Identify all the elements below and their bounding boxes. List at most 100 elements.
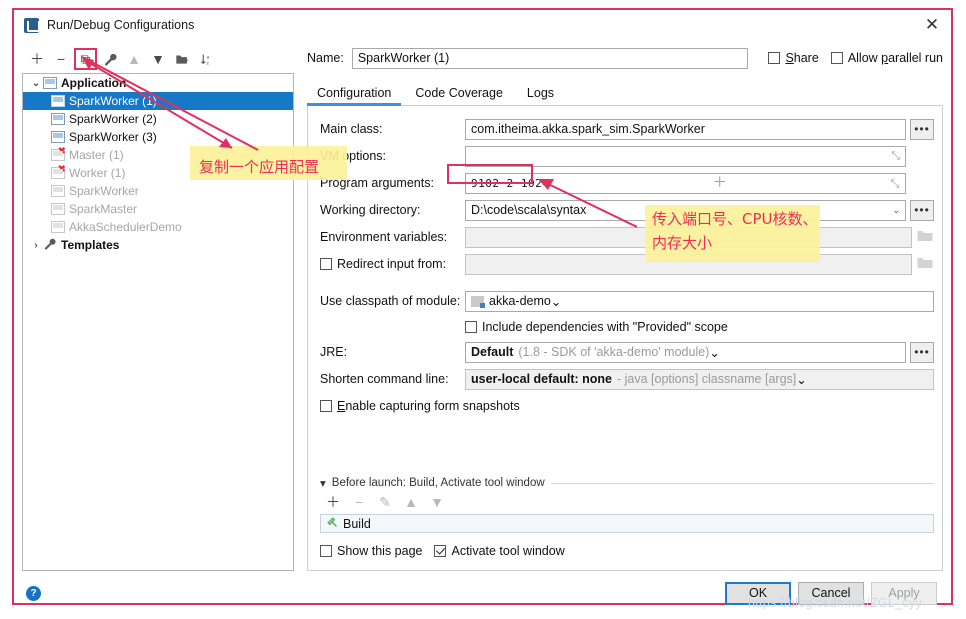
annotation-text-copy: 复制一个应用配置 <box>199 158 320 176</box>
jre-row: JRE: Default (1.8 - SDK of 'akka-demo' m… <box>320 339 934 365</box>
move-down-button[interactable]: ▼ <box>147 49 169 69</box>
chevron-down-icon[interactable]: ⌄ <box>796 372 806 387</box>
annotation-box-program-arguments <box>447 164 533 184</box>
annotation-text-args-line1: 传入端口号、CPU核数、 <box>652 210 818 228</box>
add-task-button[interactable]: ＋ <box>322 492 344 512</box>
tree-item-label: SparkMaster <box>69 202 138 216</box>
redirect-input-checkbox[interactable]: Redirect input from: <box>320 257 465 271</box>
folder-icon[interactable] <box>916 256 934 272</box>
pencil-icon: ✎ <box>379 493 391 510</box>
application-config-icon: ✖ <box>51 165 66 179</box>
tree-item-sparkworker-1[interactable]: SparkWorker (1) <box>23 92 293 110</box>
classpath-module-select[interactable]: akka-demo ⌄ <box>465 290 934 312</box>
tab-logs[interactable]: Logs <box>517 84 564 105</box>
before-launch-task-label: Build <box>343 516 371 531</box>
tree-group-label: Templates <box>61 238 120 252</box>
chevron-down-icon[interactable]: ⌄ <box>886 201 900 220</box>
add-configuration-button[interactable]: ＋ <box>26 49 48 69</box>
share-checkbox[interactable]: Share <box>768 51 819 65</box>
tree-group-templates[interactable]: › Templates <box>23 236 293 254</box>
move-task-down-button[interactable]: ▼ <box>426 492 448 512</box>
expand-icon[interactable]: ⤡ <box>885 147 900 166</box>
run-debug-configurations-dialog: Run/Debug Configurations ✕ ＋ − ⧉ ▲ ▼ a z… <box>14 10 951 605</box>
jre-value: Default <box>471 345 514 359</box>
chevron-down-icon[interactable]: ⌄ <box>709 345 719 360</box>
configurations-pane: ＋ − ⧉ ▲ ▼ a z ⌄ Application SparkWorker … <box>14 40 295 571</box>
tree-item-sparkworker-2[interactable]: SparkWorker (2) <box>23 110 293 128</box>
remove-task-button[interactable]: − <box>348 492 370 512</box>
sort-az-icon: a z <box>200 54 209 66</box>
working-directory-browse-button[interactable]: ••• <box>910 199 934 221</box>
edit-templates-button[interactable] <box>99 49 121 69</box>
help-icon[interactable]: ? <box>26 585 41 601</box>
activate-tool-window-label: Activate tool window <box>451 544 565 558</box>
shorten-command-line-value: user-local default: none <box>471 372 612 386</box>
plus-icon: ＋ <box>30 51 44 67</box>
copy-configuration-button[interactable]: ⧉ <box>74 48 97 70</box>
tree-group-application[interactable]: ⌄ Application <box>23 74 293 92</box>
tab-label: Code Coverage <box>415 86 503 100</box>
expand-icon[interactable]: ⤡ <box>885 174 900 193</box>
move-into-folder-button[interactable] <box>171 49 193 69</box>
name-input[interactable] <box>351 47 749 69</box>
share-label: Share <box>785 51 819 65</box>
jre-browse-button[interactable]: ••• <box>910 341 934 363</box>
triangle-up-icon: ▲ <box>127 51 141 67</box>
tree-item-label: SparkWorker (2) <box>69 112 157 126</box>
environment-variables-row: Environment variables: <box>320 224 934 250</box>
wrench-icon <box>43 238 57 253</box>
checkbox-box <box>830 52 843 64</box>
allow-parallel-run-checkbox[interactable]: Allow parallel run <box>830 51 943 65</box>
tree-item-sparkworker[interactable]: SparkWorker <box>23 182 293 200</box>
checkbox-box <box>434 545 447 557</box>
program-arguments-row: Program arguments: 9102 2 1024 ＋ ⤡ <box>320 170 934 196</box>
vm-options-control: ⤡ <box>465 145 934 167</box>
edit-task-button[interactable]: ✎ <box>374 492 396 512</box>
error-badge-icon: ✖ <box>57 146 66 157</box>
plus-icon[interactable]: ＋ <box>707 174 728 193</box>
shorten-command-line-select[interactable]: user-local default: none - java [options… <box>465 368 934 390</box>
tab-configuration[interactable]: Configuration <box>307 84 402 106</box>
tab-code-coverage[interactable]: Code Coverage <box>405 84 513 105</box>
main-class-browse-button[interactable]: ••• <box>910 118 934 140</box>
tree-item-sparkworker-3[interactable]: SparkWorker (3) <box>23 128 293 146</box>
chevron-down-icon[interactable]: ⌄ <box>551 294 561 309</box>
before-launch-options: Show this page Activate tool window <box>320 538 934 564</box>
form-snapshots-checkbox[interactable]: Enable capturing form snapshots <box>320 399 520 413</box>
dialog-body: ＋ − ⧉ ▲ ▼ a z ⌄ Application SparkWorker … <box>14 40 951 571</box>
working-directory-value: D:\code\scala\syntax <box>471 202 587 217</box>
include-provided-checkbox[interactable]: Include dependencies with "Provided" sco… <box>465 320 728 334</box>
jre-hint: (1.8 - SDK of 'akka-demo' module) <box>518 345 710 359</box>
chevron-right-icon[interactable]: › <box>29 240 43 251</box>
show-this-page-checkbox[interactable]: Show this page <box>320 544 422 558</box>
svg-text:z: z <box>206 61 209 66</box>
folder-icon[interactable] <box>916 229 934 245</box>
before-launch-toolbar: ＋ − ✎ ▲ ▼ <box>320 490 934 514</box>
move-task-up-button[interactable]: ▲ <box>400 492 422 512</box>
main-class-input[interactable]: com.itheima.akka.spark_sim.SparkWorker <box>465 118 906 140</box>
main-class-label: Main class: <box>320 122 383 136</box>
jre-select[interactable]: Default (1.8 - SDK of 'akka-demo' module… <box>465 341 906 363</box>
tree-item-akkaschedulerdemo[interactable]: AkkaSchedulerDemo <box>23 218 293 236</box>
tree-item-sparkmaster[interactable]: SparkMaster <box>23 200 293 218</box>
name-row: Name: Share Allow parallel run <box>307 46 943 70</box>
name-label: Name: <box>307 51 344 65</box>
close-icon[interactable]: ✕ <box>919 14 945 36</box>
before-launch-title: Before launch: Build, Activate tool wind… <box>331 477 545 489</box>
classpath-module-label: Use classpath of module: <box>320 294 461 308</box>
wrench-icon <box>104 53 117 66</box>
minus-icon: − <box>354 494 364 510</box>
chevron-down-icon[interactable]: ⌄ <box>29 78 43 89</box>
include-provided-label: Include dependencies with "Provided" sco… <box>482 320 728 334</box>
move-up-button[interactable]: ▲ <box>123 49 145 69</box>
before-launch-task-list[interactable]: Build <box>320 514 934 533</box>
before-launch-header: ▾ Before launch: Build, Activate tool wi… <box>320 476 934 490</box>
checkbox-box <box>320 400 332 412</box>
application-config-icon <box>51 203 65 215</box>
remove-configuration-button[interactable]: − <box>50 49 72 69</box>
sort-configurations-button[interactable]: a z <box>195 49 217 69</box>
collapse-icon[interactable]: ▾ <box>320 476 326 490</box>
application-config-icon: ✖ <box>51 146 66 161</box>
activate-tool-window-checkbox[interactable]: Activate tool window <box>434 544 565 558</box>
shorten-command-line-control: user-local default: none - java [options… <box>465 368 934 390</box>
